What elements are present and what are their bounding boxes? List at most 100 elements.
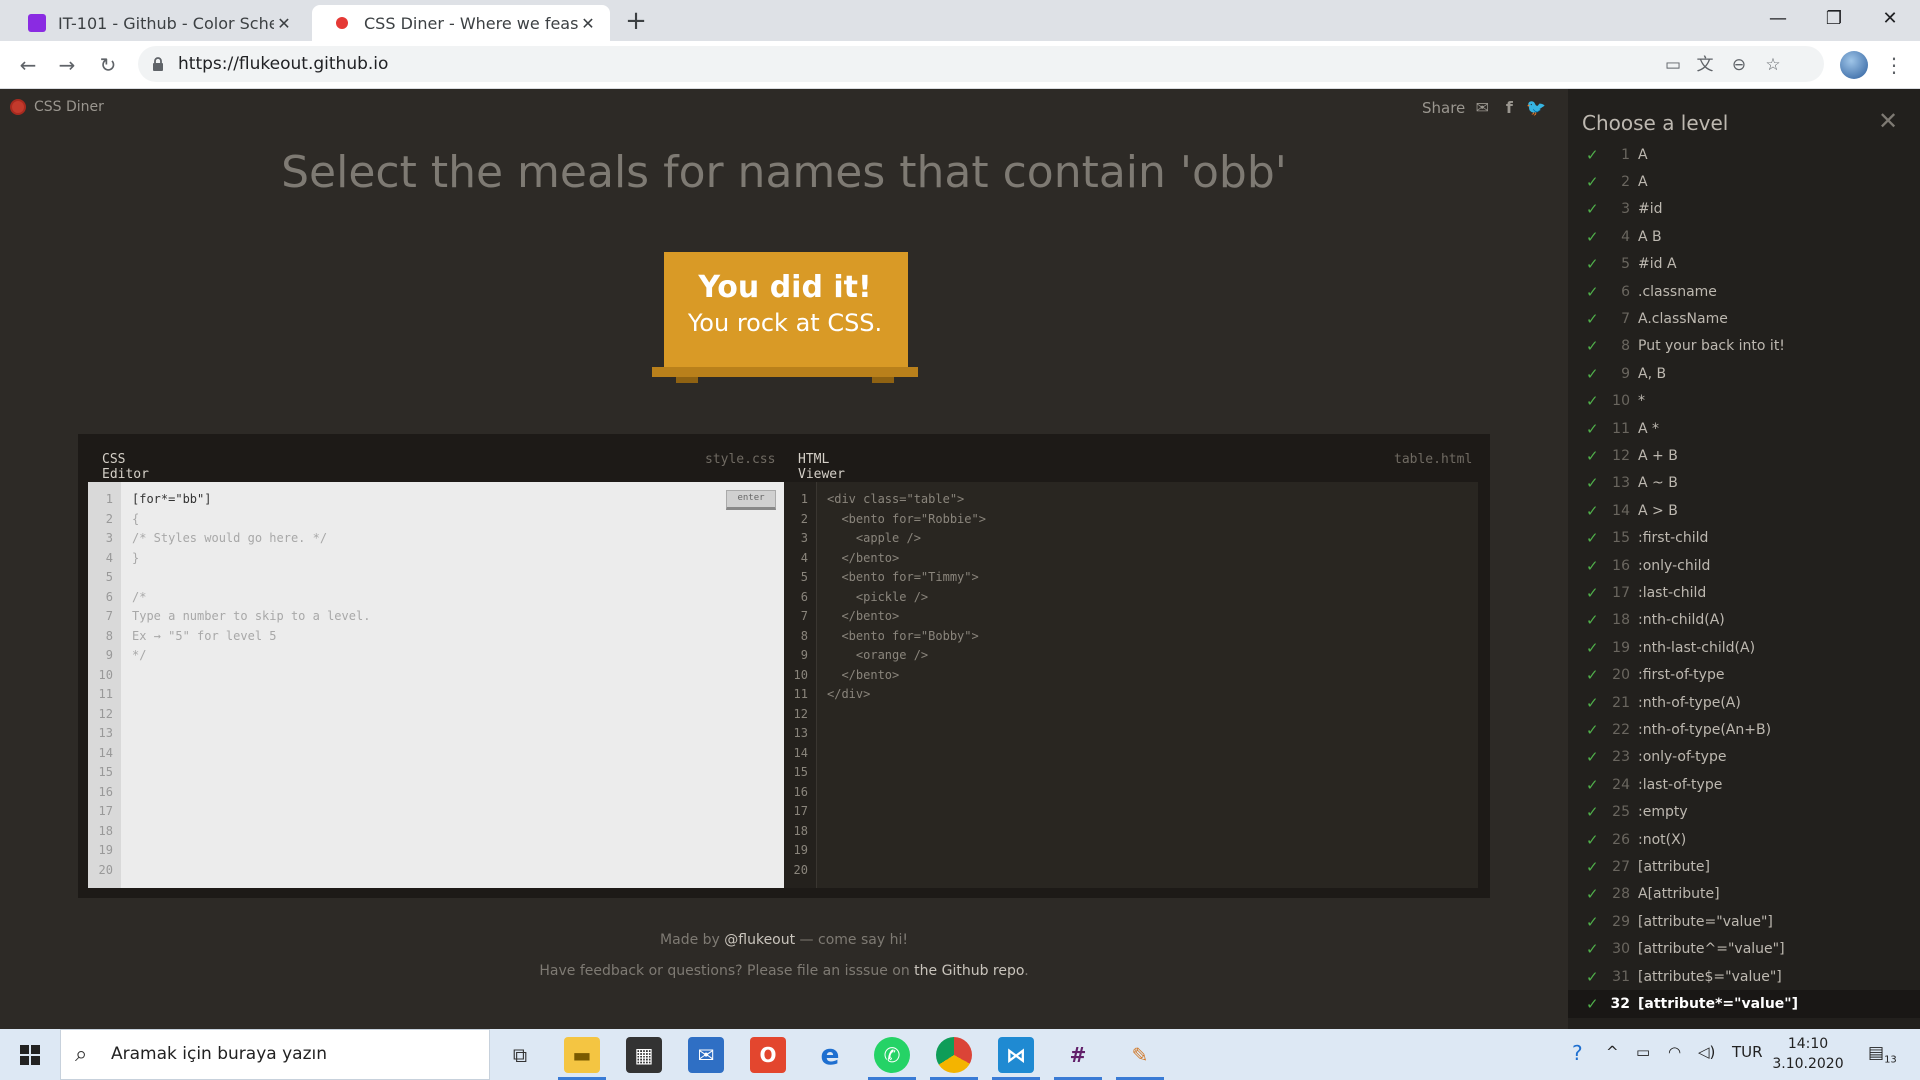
level-item[interactable]: ✓ 19:nth-last-child(A) xyxy=(1568,634,1920,661)
language-indicator[interactable]: TUR xyxy=(1732,1043,1763,1061)
level-item[interactable]: ✓ 1 A xyxy=(1568,141,1920,168)
level-item[interactable]: ✓ 9 A, B xyxy=(1568,360,1920,387)
browser-tab-github[interactable]: IT-101 - Github - Color Schemes ✕ xyxy=(6,5,306,41)
code-line: <div class="table"> xyxy=(827,492,965,506)
tab-close-icon[interactable]: ✕ xyxy=(578,14,598,33)
level-item[interactable]: ✓ 13 A ~ B xyxy=(1568,470,1920,497)
level-item[interactable]: ✓ 12 A + B xyxy=(1568,442,1920,469)
reload-button[interactable]: ↻ xyxy=(96,53,120,77)
window-close-button[interactable]: ✕ xyxy=(1862,0,1918,38)
level-item[interactable]: ✓ 20:first-of-type xyxy=(1568,662,1920,689)
level-number: 25 xyxy=(1612,804,1630,821)
taskbar-search[interactable]: ⌕ Aramak için buraya yazın xyxy=(60,1029,490,1080)
level-label: A xyxy=(1638,146,1648,163)
volume-icon[interactable]: ◁) xyxy=(1698,1043,1715,1061)
level-item[interactable]: ✓ 22:nth-of-type(An+B) xyxy=(1568,716,1920,743)
zoom-icon[interactable]: ⊖ xyxy=(1728,54,1750,76)
flukeout-link[interactable]: @flukeout xyxy=(724,932,795,948)
level-item[interactable]: ✓ 2 A xyxy=(1568,168,1920,195)
level-item[interactable]: ✓ 16:only-child xyxy=(1568,552,1920,579)
twitter-icon[interactable]: 🐦 xyxy=(1526,99,1546,117)
paint-icon[interactable]: ✎ xyxy=(1122,1037,1158,1073)
checkmark-icon: ✓ xyxy=(1586,885,1599,904)
level-number: 21 xyxy=(1612,694,1630,711)
line-number: 6 xyxy=(800,589,808,604)
level-item[interactable]: ✓ 32 [attribute*="value"] xyxy=(1568,990,1920,1018)
line-number: 10 xyxy=(98,667,113,682)
level-item[interactable]: ✓ 7 A.className xyxy=(1568,305,1920,332)
level-number: 22 xyxy=(1612,722,1630,739)
close-icon[interactable]: ✕ xyxy=(1878,107,1898,135)
level-item[interactable]: ✓ 23:only-of-type xyxy=(1568,744,1920,771)
tab-close-icon[interactable]: ✕ xyxy=(274,14,294,33)
chevron-up-icon[interactable]: ^ xyxy=(1606,1043,1619,1061)
line-number: 12 xyxy=(793,706,808,721)
level-item[interactable]: ✓ 6 .classname xyxy=(1568,278,1920,305)
level-item[interactable]: ✓ 26:not(X) xyxy=(1568,826,1920,853)
profile-avatar[interactable] xyxy=(1840,51,1868,79)
level-label: :empty xyxy=(1638,804,1688,821)
store-icon[interactable]: ▦ xyxy=(626,1037,662,1073)
level-item[interactable]: ✓ 28 A[attribute] xyxy=(1568,881,1920,908)
file-explorer-icon[interactable]: ▬ xyxy=(564,1037,600,1073)
level-item[interactable]: ✓ 11 A * xyxy=(1568,415,1920,442)
bookmark-star-icon[interactable]: ☆ xyxy=(1762,54,1784,76)
vscode-icon[interactable]: ⋈ xyxy=(998,1037,1034,1073)
level-item[interactable]: ✓ 31 [attribute$="value"] xyxy=(1568,963,1920,990)
edge-icon[interactable]: e xyxy=(812,1037,848,1073)
email-icon[interactable]: ✉ xyxy=(1472,99,1492,117)
mail-icon[interactable]: ✉ xyxy=(688,1037,724,1073)
window-minimize-button[interactable]: — xyxy=(1750,0,1806,38)
level-item[interactable]: ✓ 10 * xyxy=(1568,388,1920,415)
level-item[interactable]: ✓ 27 [attribute] xyxy=(1568,853,1920,880)
level-item[interactable]: ✓ 25:empty xyxy=(1568,799,1920,826)
translate-icon[interactable]: 文 xyxy=(1694,54,1716,76)
checkmark-icon: ✓ xyxy=(1586,556,1599,575)
taskbar-clock[interactable]: 14:10 3.10.2020 xyxy=(1768,1034,1848,1074)
chrome-icon[interactable] xyxy=(936,1037,972,1073)
chrome-menu-icon[interactable]: ⋮ xyxy=(1884,53,1904,77)
whatsapp-icon[interactable]: ✆ xyxy=(874,1037,910,1073)
level-item[interactable]: ✓ 3 #id xyxy=(1568,196,1920,223)
enter-button[interactable]: enter xyxy=(726,490,776,510)
level-label: A > B xyxy=(1638,502,1678,519)
tab-title: IT-101 - Github - Color Schemes xyxy=(58,13,274,33)
github-repo-link[interactable]: the Github repo xyxy=(914,963,1024,979)
level-item[interactable]: ✓ 24:last-of-type xyxy=(1568,771,1920,798)
line-number: 16 xyxy=(793,784,808,799)
level-label: :only-child xyxy=(1638,557,1711,574)
facebook-icon[interactable]: f xyxy=(1499,99,1519,117)
css-editor-pane[interactable]: 1 2 3 4 5 6 7 8 9 10 11 12 13 14 15 16 17 18 19 20 [for*="b… xyxy=(88,482,784,888)
level-item[interactable]: ✓ 17:last-child xyxy=(1568,579,1920,606)
level-item[interactable]: ✓ 15:first-child xyxy=(1568,525,1920,552)
site-logo[interactable]: CSS Diner xyxy=(10,99,104,115)
forward-button[interactable]: → xyxy=(55,53,79,77)
back-button[interactable]: ← xyxy=(16,53,40,77)
battery-icon[interactable]: ▭ xyxy=(1636,1043,1650,1061)
level-item[interactable]: ✓ 5 #id A xyxy=(1568,251,1920,278)
wifi-icon[interactable]: ◠ xyxy=(1668,1043,1681,1061)
level-item[interactable]: ✓ 4 A B xyxy=(1568,223,1920,250)
windows-start-icon[interactable] xyxy=(20,1045,40,1065)
office-icon[interactable]: O xyxy=(750,1037,786,1073)
line-number: 3 xyxy=(105,531,113,545)
new-tab-button[interactable]: + xyxy=(622,5,650,37)
help-icon[interactable]: ? xyxy=(1572,1041,1583,1065)
task-view-icon[interactable]: ⧉ xyxy=(502,1037,538,1073)
level-item[interactable]: ✓ 21:nth-of-type(A) xyxy=(1568,689,1920,716)
notification-icon[interactable]: ▤13 xyxy=(1868,1043,1897,1065)
level-item[interactable]: ✓ 30 [attribute^="value"] xyxy=(1568,936,1920,963)
level-item[interactable]: ✓ 14 A > B xyxy=(1568,497,1920,524)
level-item[interactable]: ✓ 18:nth-child(A) xyxy=(1568,607,1920,634)
browser-tab-css-diner[interactable]: CSS Diner - Where we feast on C ✕ xyxy=(312,5,610,41)
level-item[interactable]: ✓ 29 [attribute="value"] xyxy=(1568,908,1920,935)
plate-front xyxy=(652,367,918,377)
line-number: 15 xyxy=(98,765,113,779)
level-item[interactable]: ✓ 8 Put your back into it! xyxy=(1568,333,1920,360)
checkmark-icon: ✓ xyxy=(1586,967,1599,986)
address-bar[interactable]: https://flukeout.github.io ▭ 文 ⊖ ☆ xyxy=(138,46,1824,82)
cast-icon[interactable]: ▭ xyxy=(1662,54,1684,76)
level-number: 27 xyxy=(1612,859,1630,876)
window-maximize-button[interactable]: ❐ xyxy=(1806,0,1862,38)
slack-icon[interactable]: # xyxy=(1060,1037,1096,1073)
